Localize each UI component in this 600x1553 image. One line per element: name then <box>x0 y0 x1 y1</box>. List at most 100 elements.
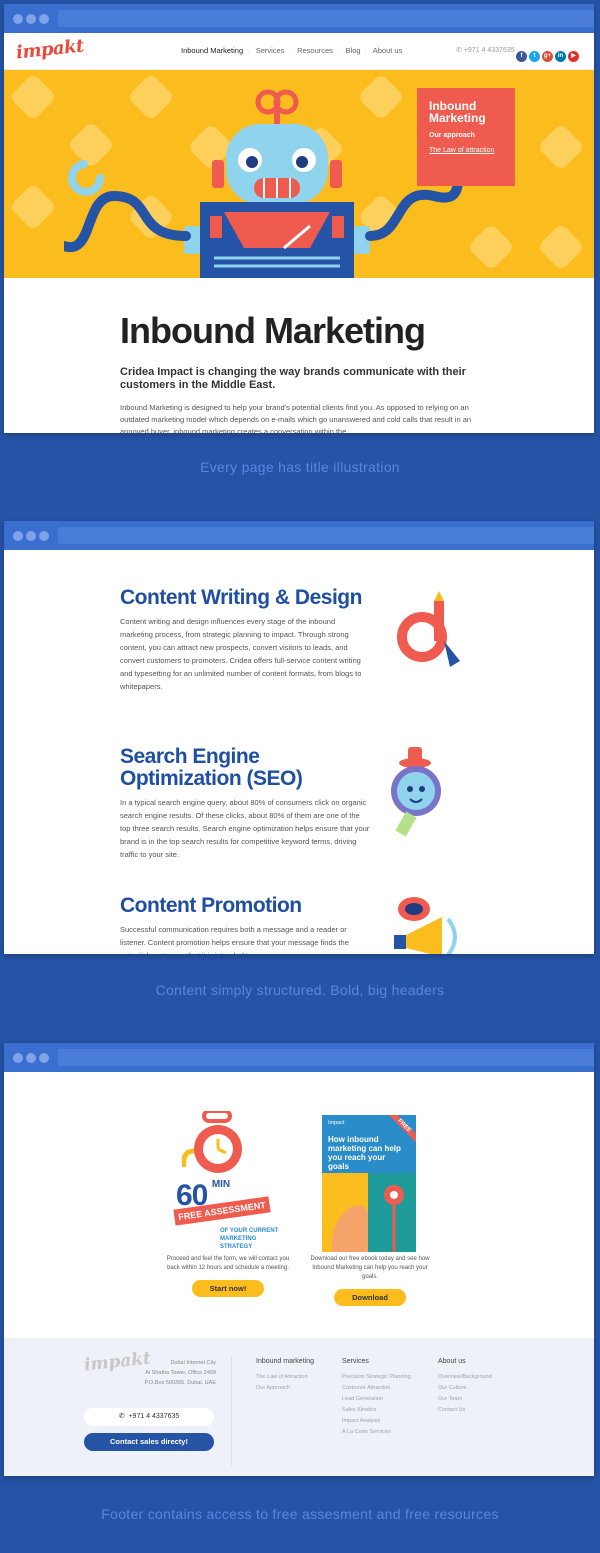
ebook-title: How inbound marketing can help you reach… <box>328 1135 401 1171</box>
article-body: Inbound Marketing is designed to help yo… <box>120 403 472 433</box>
google-plus-icon[interactable]: g+ <box>542 51 553 62</box>
section-title: Content Writing & Design <box>120 586 362 609</box>
header-phone-number: +971 4 4337635 <box>463 47 515 54</box>
ebook-text: Download our free ebook today and see ho… <box>310 1256 430 1280</box>
address-bar[interactable] <box>58 10 594 27</box>
window-dot <box>26 14 36 24</box>
nav-resources[interactable]: Resources <box>297 46 333 55</box>
assessment-text: Proceed and feel the form, we will conta… <box>166 1256 290 1271</box>
window-dot <box>39 531 49 541</box>
article-lead: Cridea Impact is changing the way brands… <box>120 366 466 391</box>
section-title: Content Promotion <box>120 894 302 917</box>
link-our-approach[interactable]: Our approach <box>429 132 503 139</box>
assessment-cta: Proceed and feel the form, we will conta… <box>160 1255 296 1297</box>
address-bar[interactable] <box>58 1049 594 1066</box>
browser-chrome <box>4 521 594 550</box>
section-title: Search Engine Optimization (SEO) <box>120 745 303 790</box>
twitter-icon[interactable]: t <box>529 51 540 62</box>
address-line: Al Shatha Tower, Office 2409 <box>145 1370 216 1376</box>
window-dot <box>13 14 23 24</box>
assessment-sub-1: OF YOUR CURRENT <box>220 1228 279 1234</box>
footer-link[interactable]: Sales Kinetics <box>342 1405 411 1416</box>
caption-2: Content simply structured. Bold, big hea… <box>155 982 445 998</box>
footer-address: Dubai Internet City Al Shatha Tower, Off… <box>138 1358 216 1388</box>
nav-inbound-marketing[interactable]: Inbound Marketing <box>181 46 243 55</box>
site-footer: impakt Dubai Internet City Al Shatha Tow… <box>4 1338 594 1476</box>
ebook-cta: Download our free ebook today and see ho… <box>308 1255 432 1306</box>
assessment-sub-2: MARKETING STRATEGY <box>220 1236 257 1250</box>
hero-box-title: Inbound Marketing <box>429 99 486 125</box>
ebook-illustration <box>322 1173 416 1252</box>
section-text: In a typical search engine query, about … <box>120 798 370 859</box>
download-button[interactable]: Download <box>334 1289 406 1306</box>
nav-about-us[interactable]: About us <box>373 46 403 55</box>
address-line: P.O.Box 500365, Dubai, UAE <box>144 1380 216 1386</box>
hero-submenu-box: Inbound Marketing Our approach The Law of… <box>417 88 515 186</box>
header-phone[interactable]: ✆ +971 4 4337635 <box>456 46 515 54</box>
link-law-of-attraction[interactable]: The Law of attraction <box>429 147 503 154</box>
browser-window-inbound: impakt Inbound Marketing · Services · Reso… <box>4 4 594 433</box>
footer-col-about: About us Overview/Background Our Culture Ou… <box>438 1358 492 1416</box>
footer-link[interactable]: Impact Analysis <box>342 1416 411 1427</box>
browser-window-services: Content Writing & Design Content writing… <box>4 521 594 954</box>
hero-banner: Inbound Marketing Our approach The Law of… <box>4 70 594 278</box>
page-title: Inbound Marketing <box>120 310 426 351</box>
footer-link[interactable]: Contact Us <box>438 1405 492 1416</box>
footer-link[interactable]: Our Culture <box>438 1383 492 1394</box>
caption-1: Every page has title illustration <box>200 459 400 475</box>
top-navigation: impakt Inbound Marketing · Services · Reso… <box>4 33 594 70</box>
assessment-badge: 60 MIN FREE ASSESSMENT OF YOUR CURRENT M… <box>173 1179 278 1250</box>
browser-window-footer: 60 MIN FREE ASSESSMENT OF YOUR CURRENT M… <box>4 1043 594 1476</box>
address-bar[interactable] <box>58 527 594 544</box>
footer-link[interactable]: Lead Generation <box>342 1394 411 1405</box>
nav-blog[interactable]: Blog <box>346 46 361 55</box>
section-text: Content writing and design influences ev… <box>120 617 362 691</box>
window-dot <box>13 531 23 541</box>
window-dot <box>39 14 49 24</box>
article-intro: Inbound Marketing Cridea Impact is chang… <box>4 278 594 433</box>
footer-col-heading[interactable]: About us <box>438 1358 492 1365</box>
contact-sales-button[interactable]: Contact sales directy! <box>84 1433 214 1451</box>
megaphone-icon <box>394 897 457 954</box>
phone-icon: ✆ <box>118 1413 125 1420</box>
pencil-pen-icon <box>397 591 460 667</box>
browser-chrome <box>4 1043 594 1072</box>
footer-link[interactable]: A La Carte Services <box>342 1427 411 1438</box>
nav-services[interactable]: Services <box>256 46 285 55</box>
footer-col-heading[interactable]: Services <box>342 1358 411 1365</box>
social-links: f t g+ in ▶ <box>516 44 581 62</box>
window-dot <box>26 1053 36 1063</box>
ebook-cover[interactable]: Impact How inbound marketing can help yo… <box>322 1115 416 1252</box>
window-dot <box>39 1053 49 1063</box>
address-line: Dubai Internet City <box>170 1360 216 1366</box>
footer-link[interactable]: The Law of Attraction <box>256 1372 314 1383</box>
footer-link[interactable]: Overview/Background <box>438 1372 492 1383</box>
facebook-icon[interactable]: f <box>516 51 527 62</box>
footer-link[interactable]: Precision Strategic Planning <box>342 1372 411 1383</box>
youtube-icon[interactable]: ▶ <box>568 51 579 62</box>
section-seo: Search Engine Optimization (SEO) In a ty… <box>120 746 370 861</box>
phone-icon: ✆ <box>456 47 462 54</box>
footer-phone-number: +971 4 4337635 <box>128 1413 180 1420</box>
footer-col-services: Services Precision Strategic Planning Cust… <box>342 1358 411 1438</box>
start-now-button[interactable]: Start now! <box>192 1280 264 1297</box>
footer-link[interactable]: Our Approach <box>256 1383 314 1394</box>
section-content-promotion: Content Promotion Successful communicati… <box>120 894 370 955</box>
section-text: Successful communication requires both a… <box>120 925 349 954</box>
magnifier-icon <box>391 747 441 837</box>
kettle-clock-icon <box>182 1111 242 1173</box>
footer-col-inbound: Inbound marketing The Law of Attraction Ou… <box>256 1358 314 1394</box>
impakt-logo[interactable]: impakt <box>15 36 85 64</box>
footer-phone-button[interactable]: ✆ +971 4 4337635 <box>84 1408 214 1426</box>
main-menu: Inbound Marketing · Services · Resources · … <box>181 46 403 55</box>
caption-3: Footer contains access to free assesment… <box>101 1506 499 1522</box>
window-dot <box>13 1053 23 1063</box>
footer-link[interactable]: Customer Attraction <box>342 1383 411 1394</box>
footer-link[interactable]: Our Team <box>438 1394 492 1405</box>
section-content-writing: Content Writing & Design Content writing… <box>120 587 370 693</box>
linkedin-icon[interactable]: in <box>555 51 566 62</box>
footer-col-heading[interactable]: Inbound marketing <box>256 1358 314 1365</box>
window-dot <box>26 531 36 541</box>
footer-divider <box>231 1356 232 1466</box>
assessment-min: MIN <box>211 1179 231 1190</box>
